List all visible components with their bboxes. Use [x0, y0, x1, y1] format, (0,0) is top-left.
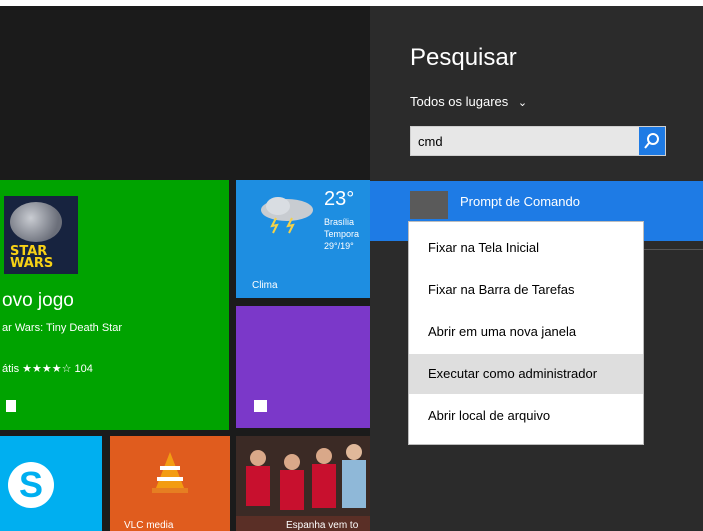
command-prompt-icon [410, 191, 448, 219]
star-wars-logo: STAR WARS [10, 244, 54, 271]
search-panel-title: Pesquisar [410, 44, 517, 71]
star-wars-game-art: STAR WARS [4, 196, 78, 274]
weather-tile[interactable]: 23° Brasília Tempora 29°/19° Clima [236, 180, 370, 298]
weather-tile-label: Clima [252, 280, 278, 291]
weather-details: Brasília Tempora 29°/19° [324, 216, 359, 252]
store-tile-rating: átis ★★★★☆ 104 [2, 363, 93, 375]
weather-temperature: 23° [324, 188, 355, 210]
weather-desc: Tempora [324, 229, 360, 239]
chevron-down-icon: ⌄ [517, 97, 528, 109]
calendar-tile[interactable] [236, 306, 370, 428]
search-input[interactable]: cmd [410, 126, 666, 156]
start-screen: STAR WARS ovo jogo ar Wars: Tiny Death S… [0, 6, 703, 531]
vlc-tile[interactable]: VLC media [110, 436, 230, 531]
menu-item-run-as-admin[interactable]: Executar como administrador [409, 354, 643, 394]
weather-range: 29°/19° [324, 241, 354, 251]
sports-tile-label: Espanha vem to [286, 520, 359, 531]
death-star-image [10, 202, 62, 242]
weather-city: Brasília [324, 217, 355, 227]
search-scope-label: Todos os lugares [410, 94, 509, 109]
menu-item-open-file-location[interactable]: Abrir local de arquivo [409, 396, 643, 436]
sports-tile[interactable]: Espanha vem to [236, 436, 370, 531]
store-bag-icon [6, 400, 16, 412]
search-scope-dropdown[interactable]: Todos os lugares ⌄ [410, 94, 527, 109]
menu-item-pin-start[interactable]: Fixar na Tela Inicial [409, 228, 643, 268]
vlc-tile-label: VLC media [124, 520, 174, 531]
search-icon [644, 133, 659, 149]
search-button[interactable] [639, 127, 665, 155]
store-tile[interactable]: STAR WARS ovo jogo ar Wars: Tiny Death S… [0, 180, 229, 430]
team-photo [236, 436, 370, 516]
skype-icon: S [8, 462, 54, 508]
context-menu: Fixar na Tela Inicial Fixar na Barra de … [408, 221, 644, 445]
search-query: cmd [418, 134, 443, 149]
menu-item-pin-taskbar[interactable]: Fixar na Barra de Tarefas [409, 270, 643, 310]
skype-tile[interactable]: S [0, 436, 102, 531]
search-result-name: Prompt de Comando [460, 194, 580, 209]
calendar-icon [254, 400, 267, 412]
store-tile-title: ovo jogo [2, 290, 74, 311]
storm-cloud-icon [261, 197, 313, 234]
vlc-cone-icon [152, 452, 188, 493]
store-tile-subtitle: ar Wars: Tiny Death Star [2, 322, 123, 334]
menu-item-open-new-window[interactable]: Abrir em uma nova janela [409, 312, 643, 352]
